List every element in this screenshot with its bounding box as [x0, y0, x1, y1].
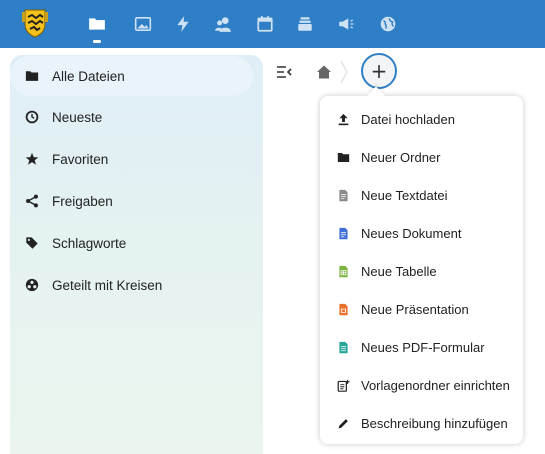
sidebar-item-label: Schlagworte [52, 235, 127, 251]
sidebar-item-shared-with-circles[interactable]: Geteilt mit Kreisen [10, 265, 253, 305]
sidebar-item-favorites[interactable]: Favoriten [10, 139, 253, 179]
new-file-menu: Datei hochladen Neuer Ordner Neue Textda… [320, 96, 523, 444]
sidebar-item-label: Geteilt mit Kreisen [52, 277, 163, 293]
deck-app-stack-icon[interactable] [295, 14, 315, 34]
sidebar-item-label: Alle Dateien [52, 68, 125, 84]
sidebar-item-label: Neueste [52, 109, 103, 125]
sidebar-item-label: Favoriten [52, 151, 109, 167]
pdf-form-icon [336, 340, 350, 354]
menu-item-label: Datei hochladen [361, 111, 455, 127]
menu-item-new-spreadsheet[interactable]: Neue Tabelle [320, 252, 523, 290]
breadcrumb-home-icon[interactable] [316, 64, 332, 80]
circles-icon [24, 277, 40, 293]
menu-item-label: Neue Textdatei [361, 187, 448, 203]
active-app-indicator [93, 40, 101, 43]
clock-icon [24, 109, 40, 125]
star-icon [24, 151, 40, 167]
menu-item-label: Beschreibung hinzufügen [361, 415, 508, 431]
upload-icon [336, 112, 350, 126]
plus-icon: + [370, 59, 388, 83]
menu-item-new-presentation[interactable]: Neue Präsentation [320, 290, 523, 328]
menu-item-label: Vorlagenordner einrichten [361, 377, 510, 393]
files-app-folder-icon[interactable] [87, 14, 107, 34]
menu-item-label: Neues Dokument [361, 225, 462, 241]
menu-item-upload-file[interactable]: Datei hochladen [320, 100, 523, 138]
activity-app-lightning-icon[interactable] [173, 14, 193, 34]
menu-item-setup-templates-folder[interactable]: Vorlagenordner einrichten [320, 366, 523, 404]
menu-item-label: Neue Präsentation [361, 301, 469, 317]
announcements-app-megaphone-icon[interactable] [336, 14, 356, 34]
sidebar-item-label: Freigaben [52, 193, 113, 209]
files-sidebar: Alle Dateien Neueste Favoriten Freigaben… [10, 55, 263, 454]
sidebar-item-tags[interactable]: Schlagworte [10, 223, 253, 263]
coat-of-arms-logo[interactable] [22, 8, 48, 38]
menu-item-new-text-file[interactable]: Neue Textdatei [320, 176, 523, 214]
sidebar-item-all-files[interactable]: Alle Dateien [10, 56, 253, 96]
folder-icon [336, 150, 350, 164]
sidebar-item-shares[interactable]: Freigaben [10, 181, 253, 221]
menu-item-new-folder[interactable]: Neuer Ordner [320, 138, 523, 176]
presentation-icon [336, 302, 350, 316]
breadcrumb-separator [339, 60, 349, 84]
calendar-app-calendar-icon[interactable] [255, 14, 275, 34]
new-add-button[interactable]: + [361, 53, 397, 89]
text-file-icon [336, 188, 350, 202]
tag-icon [24, 235, 40, 251]
spreadsheet-icon [336, 264, 350, 278]
menu-item-add-description[interactable]: Beschreibung hinzufügen [320, 404, 523, 442]
share-icon [24, 193, 40, 209]
template-folder-icon [336, 378, 350, 392]
folder-icon [24, 68, 40, 84]
menu-item-label: Neue Tabelle [361, 263, 437, 279]
pencil-icon [336, 416, 350, 430]
menu-item-new-pdf-form[interactable]: Neues PDF-Formular [320, 328, 523, 366]
menu-item-label: Neues PDF-Formular [361, 339, 485, 355]
menu-item-new-document[interactable]: Neues Dokument [320, 214, 523, 252]
circles-app-globe-icon[interactable] [378, 14, 398, 34]
sidebar-item-recent[interactable]: Neueste [10, 97, 253, 137]
contacts-app-contacts-icon[interactable] [213, 14, 233, 34]
photos-app-image-icon[interactable] [133, 14, 153, 34]
top-header-bar [0, 0, 545, 48]
menu-item-label: Neuer Ordner [361, 149, 441, 165]
toggle-sidebar-button[interactable] [276, 65, 292, 79]
document-icon [336, 226, 350, 240]
